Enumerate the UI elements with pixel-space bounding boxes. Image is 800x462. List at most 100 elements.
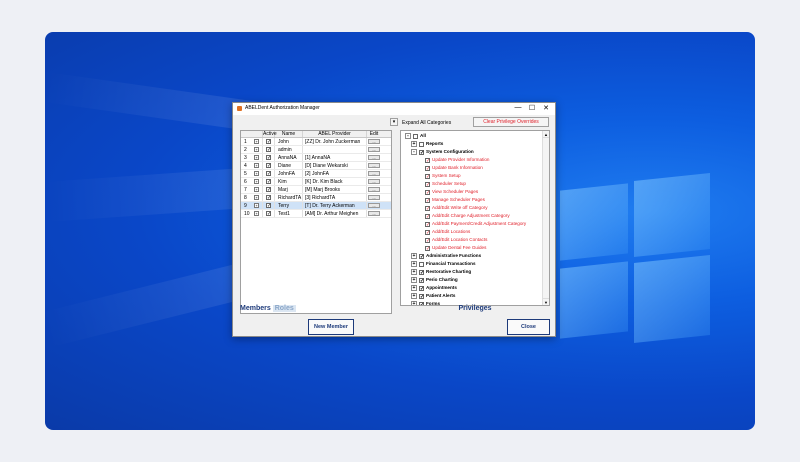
- maximize-button[interactable]: ☐: [525, 104, 539, 112]
- privilege-checkbox[interactable]: ✓: [425, 245, 430, 251]
- expand-icon[interactable]: +: [411, 141, 417, 147]
- active-checkbox[interactable]: ✓: [266, 211, 271, 217]
- tree-node[interactable]: ✓ Manage Scheduler Pages: [425, 196, 485, 204]
- edit-button[interactable]: ...: [368, 195, 380, 200]
- tree-node[interactable]: ✓ Scheduler Setup: [425, 180, 466, 188]
- row-expand-icon[interactable]: +: [254, 179, 259, 184]
- collapse-icon[interactable]: -: [411, 149, 417, 155]
- provider-cell[interactable]: [M] Marj Brooks: [303, 186, 367, 193]
- edit-button[interactable]: ...: [368, 139, 380, 144]
- name-cell[interactable]: Kim: [275, 178, 303, 185]
- expand-all-categories-link[interactable]: Expand All Categories: [402, 118, 451, 128]
- tree-node[interactable]: - ✓ System Configuration: [411, 148, 474, 156]
- privilege-checkbox[interactable]: ✓: [419, 149, 424, 155]
- scroll-down-arrow[interactable]: ▼: [543, 298, 549, 305]
- provider-cell[interactable]: [D] Diane Wekarski: [303, 162, 367, 169]
- provider-cell[interactable]: [AM] Dr. Arthur Meighen: [303, 210, 367, 217]
- privilege-checkbox[interactable]: [419, 141, 424, 147]
- row-expand-icon[interactable]: +: [254, 163, 259, 168]
- name-cell[interactable]: admin: [275, 146, 303, 153]
- privilege-checkbox[interactable]: ✓: [425, 189, 430, 195]
- privilege-checkbox[interactable]: ✓: [425, 237, 430, 243]
- tree-node[interactable]: - All: [405, 132, 426, 140]
- table-row[interactable]: 6 + ✓ Kim [K] Dr. Kim Black...: [241, 178, 391, 186]
- name-cell[interactable]: Marj: [275, 186, 303, 193]
- expand-icon[interactable]: +: [411, 277, 417, 283]
- edit-button[interactable]: ...: [368, 211, 380, 216]
- tree-node[interactable]: ✓ Update Provider Information: [425, 156, 489, 164]
- privilege-checkbox[interactable]: ✓: [425, 229, 430, 235]
- privileges-scrollbar[interactable]: ▲ ▼: [542, 131, 549, 305]
- row-expand-icon[interactable]: +: [254, 211, 259, 216]
- collapse-icon[interactable]: -: [405, 133, 411, 139]
- provider-cell[interactable]: [303, 146, 367, 153]
- privilege-checkbox[interactable]: [413, 133, 418, 139]
- name-cell[interactable]: JohnFA: [275, 170, 303, 177]
- tree-node[interactable]: + ✓ Administrative Functions: [411, 252, 481, 260]
- clear-privilege-overrides-button[interactable]: Clear Privilege Overrides: [473, 117, 549, 127]
- active-checkbox[interactable]: ✓: [266, 147, 271, 153]
- active-checkbox[interactable]: ✓: [266, 187, 271, 193]
- tree-node[interactable]: ✓ Update Bank Information: [425, 164, 483, 172]
- edit-button[interactable]: ...: [368, 163, 380, 168]
- close-button[interactable]: Close: [507, 319, 550, 335]
- provider-cell[interactable]: [3] RichardTA: [303, 194, 367, 201]
- member-dropdown-button[interactable]: ▾: [390, 118, 398, 126]
- privilege-checkbox[interactable]: ✓: [419, 269, 424, 275]
- name-cell[interactable]: Diane: [275, 162, 303, 169]
- edit-button[interactable]: ...: [368, 171, 380, 176]
- privilege-checkbox[interactable]: ✓: [419, 277, 424, 283]
- close-window-button[interactable]: ✕: [539, 104, 553, 112]
- provider-cell[interactable]: [T] Dr. Terry Ackerman: [303, 202, 367, 209]
- edit-button[interactable]: ...: [368, 203, 380, 208]
- table-row[interactable]: 7 + ✓ Marj [M] Marj Brooks...: [241, 186, 391, 194]
- tree-node[interactable]: + Financial Transactions: [411, 260, 476, 268]
- tree-node[interactable]: + ✓ Restorative Charting: [411, 268, 471, 276]
- privilege-checkbox[interactable]: ✓: [425, 221, 430, 227]
- row-expand-icon[interactable]: +: [254, 147, 259, 152]
- tree-node[interactable]: ✓ Add/Edit Write off Category: [425, 204, 488, 212]
- table-row[interactable]: 2 + ✓ admin...: [241, 146, 391, 154]
- provider-cell[interactable]: [K] Dr. Kim Black: [303, 178, 367, 185]
- name-cell[interactable]: AnnaNA: [275, 154, 303, 161]
- edit-button[interactable]: ...: [368, 155, 380, 160]
- row-expand-icon[interactable]: +: [254, 187, 259, 192]
- expand-icon[interactable]: +: [411, 269, 417, 275]
- table-row[interactable]: 8 + ✓ RichardTA [3] RichardTA...: [241, 194, 391, 202]
- privilege-checkbox[interactable]: ✓: [419, 293, 424, 299]
- tree-node[interactable]: + ✓ Patient Alerts: [411, 292, 455, 300]
- provider-cell[interactable]: [1] AnnaNA: [303, 154, 367, 161]
- row-expand-icon[interactable]: +: [254, 139, 259, 144]
- privilege-checkbox[interactable]: ✓: [425, 157, 430, 163]
- table-row[interactable]: 3 + ✓ AnnaNA [1] AnnaNA...: [241, 154, 391, 162]
- minimize-button[interactable]: —: [511, 104, 525, 111]
- privilege-checkbox[interactable]: ✓: [419, 253, 424, 259]
- active-checkbox[interactable]: ✓: [266, 171, 271, 177]
- active-checkbox[interactable]: ✓: [266, 155, 271, 161]
- active-checkbox[interactable]: ✓: [266, 179, 271, 185]
- tree-node[interactable]: ✓ Add/Edit Payment/Credit Adjustment Cate…: [425, 220, 526, 228]
- tab-roles[interactable]: Roles: [272, 305, 296, 312]
- row-expand-icon[interactable]: +: [254, 203, 259, 208]
- privilege-checkbox[interactable]: ✓: [425, 213, 430, 219]
- tab-members[interactable]: Members: [240, 305, 271, 312]
- expand-icon[interactable]: +: [411, 261, 417, 267]
- name-cell[interactable]: RichardTA: [275, 194, 303, 201]
- tree-node[interactable]: ✓ Add/Edit Location Contacts: [425, 236, 487, 244]
- new-member-button[interactable]: New Member: [308, 319, 354, 335]
- expand-icon[interactable]: +: [411, 293, 417, 299]
- scroll-up-arrow[interactable]: ▲: [543, 131, 549, 138]
- provider-cell[interactable]: [ZZ] Dr. John Zuckerman: [303, 138, 367, 145]
- edit-button[interactable]: ...: [368, 147, 380, 152]
- tree-node[interactable]: ✓ Add/Edit Locations: [425, 228, 470, 236]
- privilege-checkbox[interactable]: ✓: [425, 165, 430, 171]
- table-row[interactable]: 4 + ✓ Diane [D] Diane Wekarski...: [241, 162, 391, 170]
- privilege-checkbox[interactable]: ✓: [425, 197, 430, 203]
- tree-node[interactable]: + ✓ Appointments: [411, 284, 457, 292]
- table-row[interactable]: 5 + ✓ JohnFA [2] JohnFA...: [241, 170, 391, 178]
- name-cell[interactable]: John: [275, 138, 303, 145]
- privilege-checkbox[interactable]: ✓: [425, 181, 430, 187]
- row-expand-icon[interactable]: +: [254, 171, 259, 176]
- active-checkbox[interactable]: ✓: [266, 203, 271, 209]
- name-cell[interactable]: Test1: [275, 210, 303, 217]
